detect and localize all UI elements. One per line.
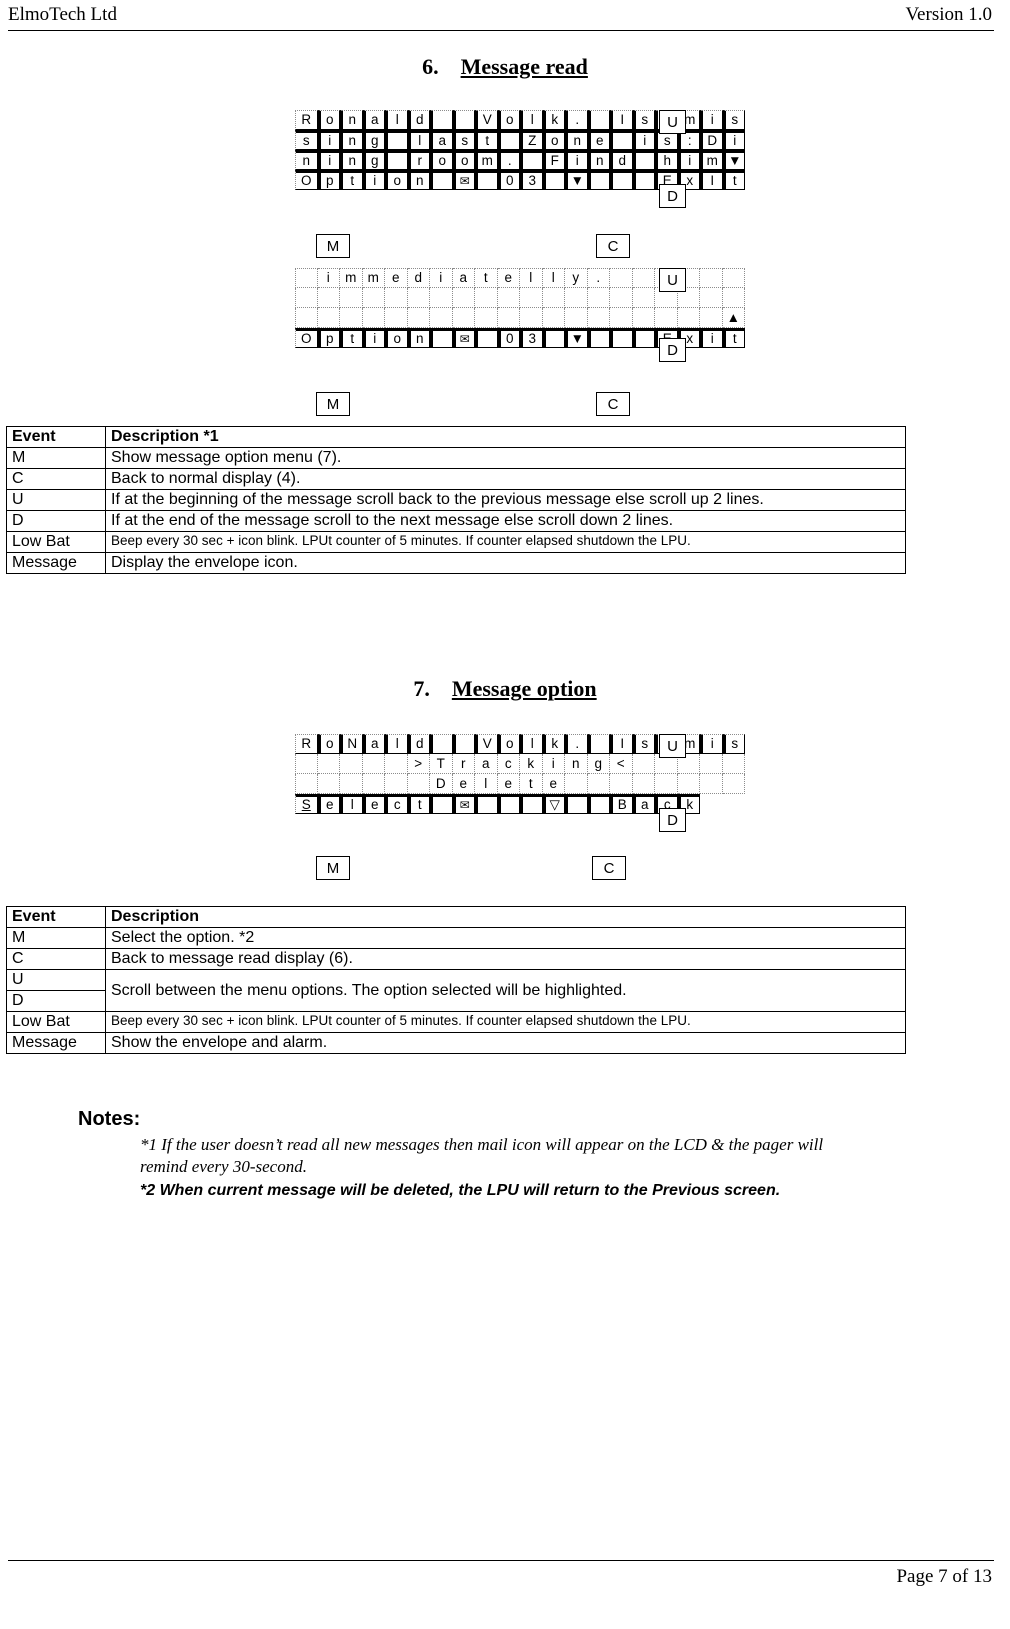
header-rule (8, 30, 994, 31)
table1-row3-event: D (6, 510, 106, 532)
footer-page-number: Page 7 of 13 (896, 1566, 992, 1587)
table-header-row: Event Description (6, 906, 906, 928)
lcd-row: n i n g r o o m. Fi n d h i m ▼ (295, 150, 745, 170)
lcd-row: Delete (295, 774, 745, 794)
table2-row4-event: Low Bat (6, 1011, 106, 1033)
table-row: Low Bat Beep every 30 sec + icon blink. … (6, 531, 906, 553)
lcd-row: ▲ (295, 308, 745, 328)
lcd3-key-c[interactable]: C (592, 856, 626, 880)
lcd1-key-up[interactable]: U (659, 110, 686, 134)
lcd2-key-up[interactable]: U (659, 268, 686, 292)
table2-row2-event: U (6, 969, 106, 991)
table-row: C Back to normal display (4). (6, 468, 906, 490)
table-row: Message Show the envelope and alarm. (6, 1032, 906, 1054)
table1-row0-event: M (6, 447, 106, 469)
section-7-heading: Message option (451, 676, 597, 701)
note-2: *2 When current message will be deleted,… (140, 1182, 781, 1199)
lcd2-key-m[interactable]: M (316, 392, 350, 416)
table-header-row: Event Description *1 (6, 426, 906, 448)
table-row: D If at the end of the message scroll to… (6, 510, 906, 532)
header-company: ElmoTech Ltd (8, 4, 117, 25)
table2-row0-event: M (6, 927, 106, 949)
table2-row1-event: C (6, 948, 106, 970)
section-6-number: 6. (422, 54, 439, 79)
table-row: M Show message option menu (7). (6, 447, 906, 469)
table2-row5-event: Message (6, 1032, 106, 1054)
table2-header-description: Description (105, 906, 906, 928)
table-row: U Scroll between the menu options. The o… (6, 969, 906, 1012)
table2-header-event: Event (6, 906, 106, 928)
header-version: Version 1.0 (905, 4, 992, 25)
table2-row0-desc: Select the option. *2 (105, 927, 906, 949)
table-row: U If at the beginning of the message scr… (6, 489, 906, 511)
event-table-message-option: Event Description M Select the option. *… (6, 906, 906, 1054)
table1-row2-desc: If at the beginning of the message scrol… (105, 489, 906, 511)
table-row: M Select the option. *2 (6, 927, 906, 949)
note-1-line-2: remind every 30-second. (140, 1157, 307, 1176)
lcd1-key-c[interactable]: C (596, 234, 630, 258)
table1-header-description: Description *1 (105, 426, 906, 448)
table2-row4-desc: Beep every 30 sec + icon blink. LPUt cou… (105, 1011, 906, 1033)
lcd3-key-down[interactable]: D (659, 808, 686, 832)
table2-row5-desc: Show the envelope and alarm. (105, 1032, 906, 1054)
table2-row1-desc: Back to message read display (6). (105, 948, 906, 970)
lcd1-key-m[interactable]: M (316, 234, 350, 258)
table-row: Message Display the envelope icon. (6, 552, 906, 574)
table1-header-event: Event (6, 426, 106, 448)
page-header: ElmoTech Ltd Version 1.0 (0, 4, 1010, 26)
notes-title: Notes: (78, 1108, 141, 1130)
section-6-title: 6. Message read (0, 54, 1010, 80)
lcd1-key-down[interactable]: D (659, 184, 686, 208)
table-row: C Back to message read display (6). (6, 948, 906, 970)
table1-row1-event: C (6, 468, 106, 490)
section-7-number: 7. (413, 676, 430, 701)
table1-row4-desc: Beep every 30 sec + icon blink. LPUt cou… (105, 531, 906, 553)
event-table-message-read: Event Description *1 M Show message opti… (6, 426, 906, 574)
lcd3-key-m[interactable]: M (316, 856, 350, 880)
section-6-heading: Message read (460, 54, 588, 79)
footer-rule (8, 1560, 994, 1561)
table1-row3-desc: If at the end of the message scroll to t… (105, 510, 906, 532)
table2-row3-event: D (6, 990, 106, 1012)
table1-row5-desc: Display the envelope icon. (105, 552, 906, 574)
section-7-title: 7. Message option (0, 676, 1010, 702)
note-1-line-1: *1 If the user doesn’t read all new mess… (140, 1135, 824, 1154)
table-row: Low Bat Beep every 30 sec + icon blink. … (6, 1011, 906, 1033)
page: ElmoTech Ltd Version 1.0 6. Message read… (0, 0, 1010, 1629)
table2-rows-ud-desc: Scroll between the menu options. The opt… (105, 969, 906, 1012)
lcd2-key-down[interactable]: D (659, 338, 686, 362)
lcd3-key-up[interactable]: U (659, 734, 686, 758)
table1-row0-desc: Show message option menu (7). (105, 447, 906, 469)
table1-row5-event: Message (6, 552, 106, 574)
table1-row2-event: U (6, 489, 106, 511)
page-footer: Page 7 of 13 (0, 1566, 1010, 1588)
lcd2-key-c[interactable]: C (596, 392, 630, 416)
table1-row1-desc: Back to normal display (4). (105, 468, 906, 490)
table1-row4-event: Low Bat (6, 531, 106, 553)
